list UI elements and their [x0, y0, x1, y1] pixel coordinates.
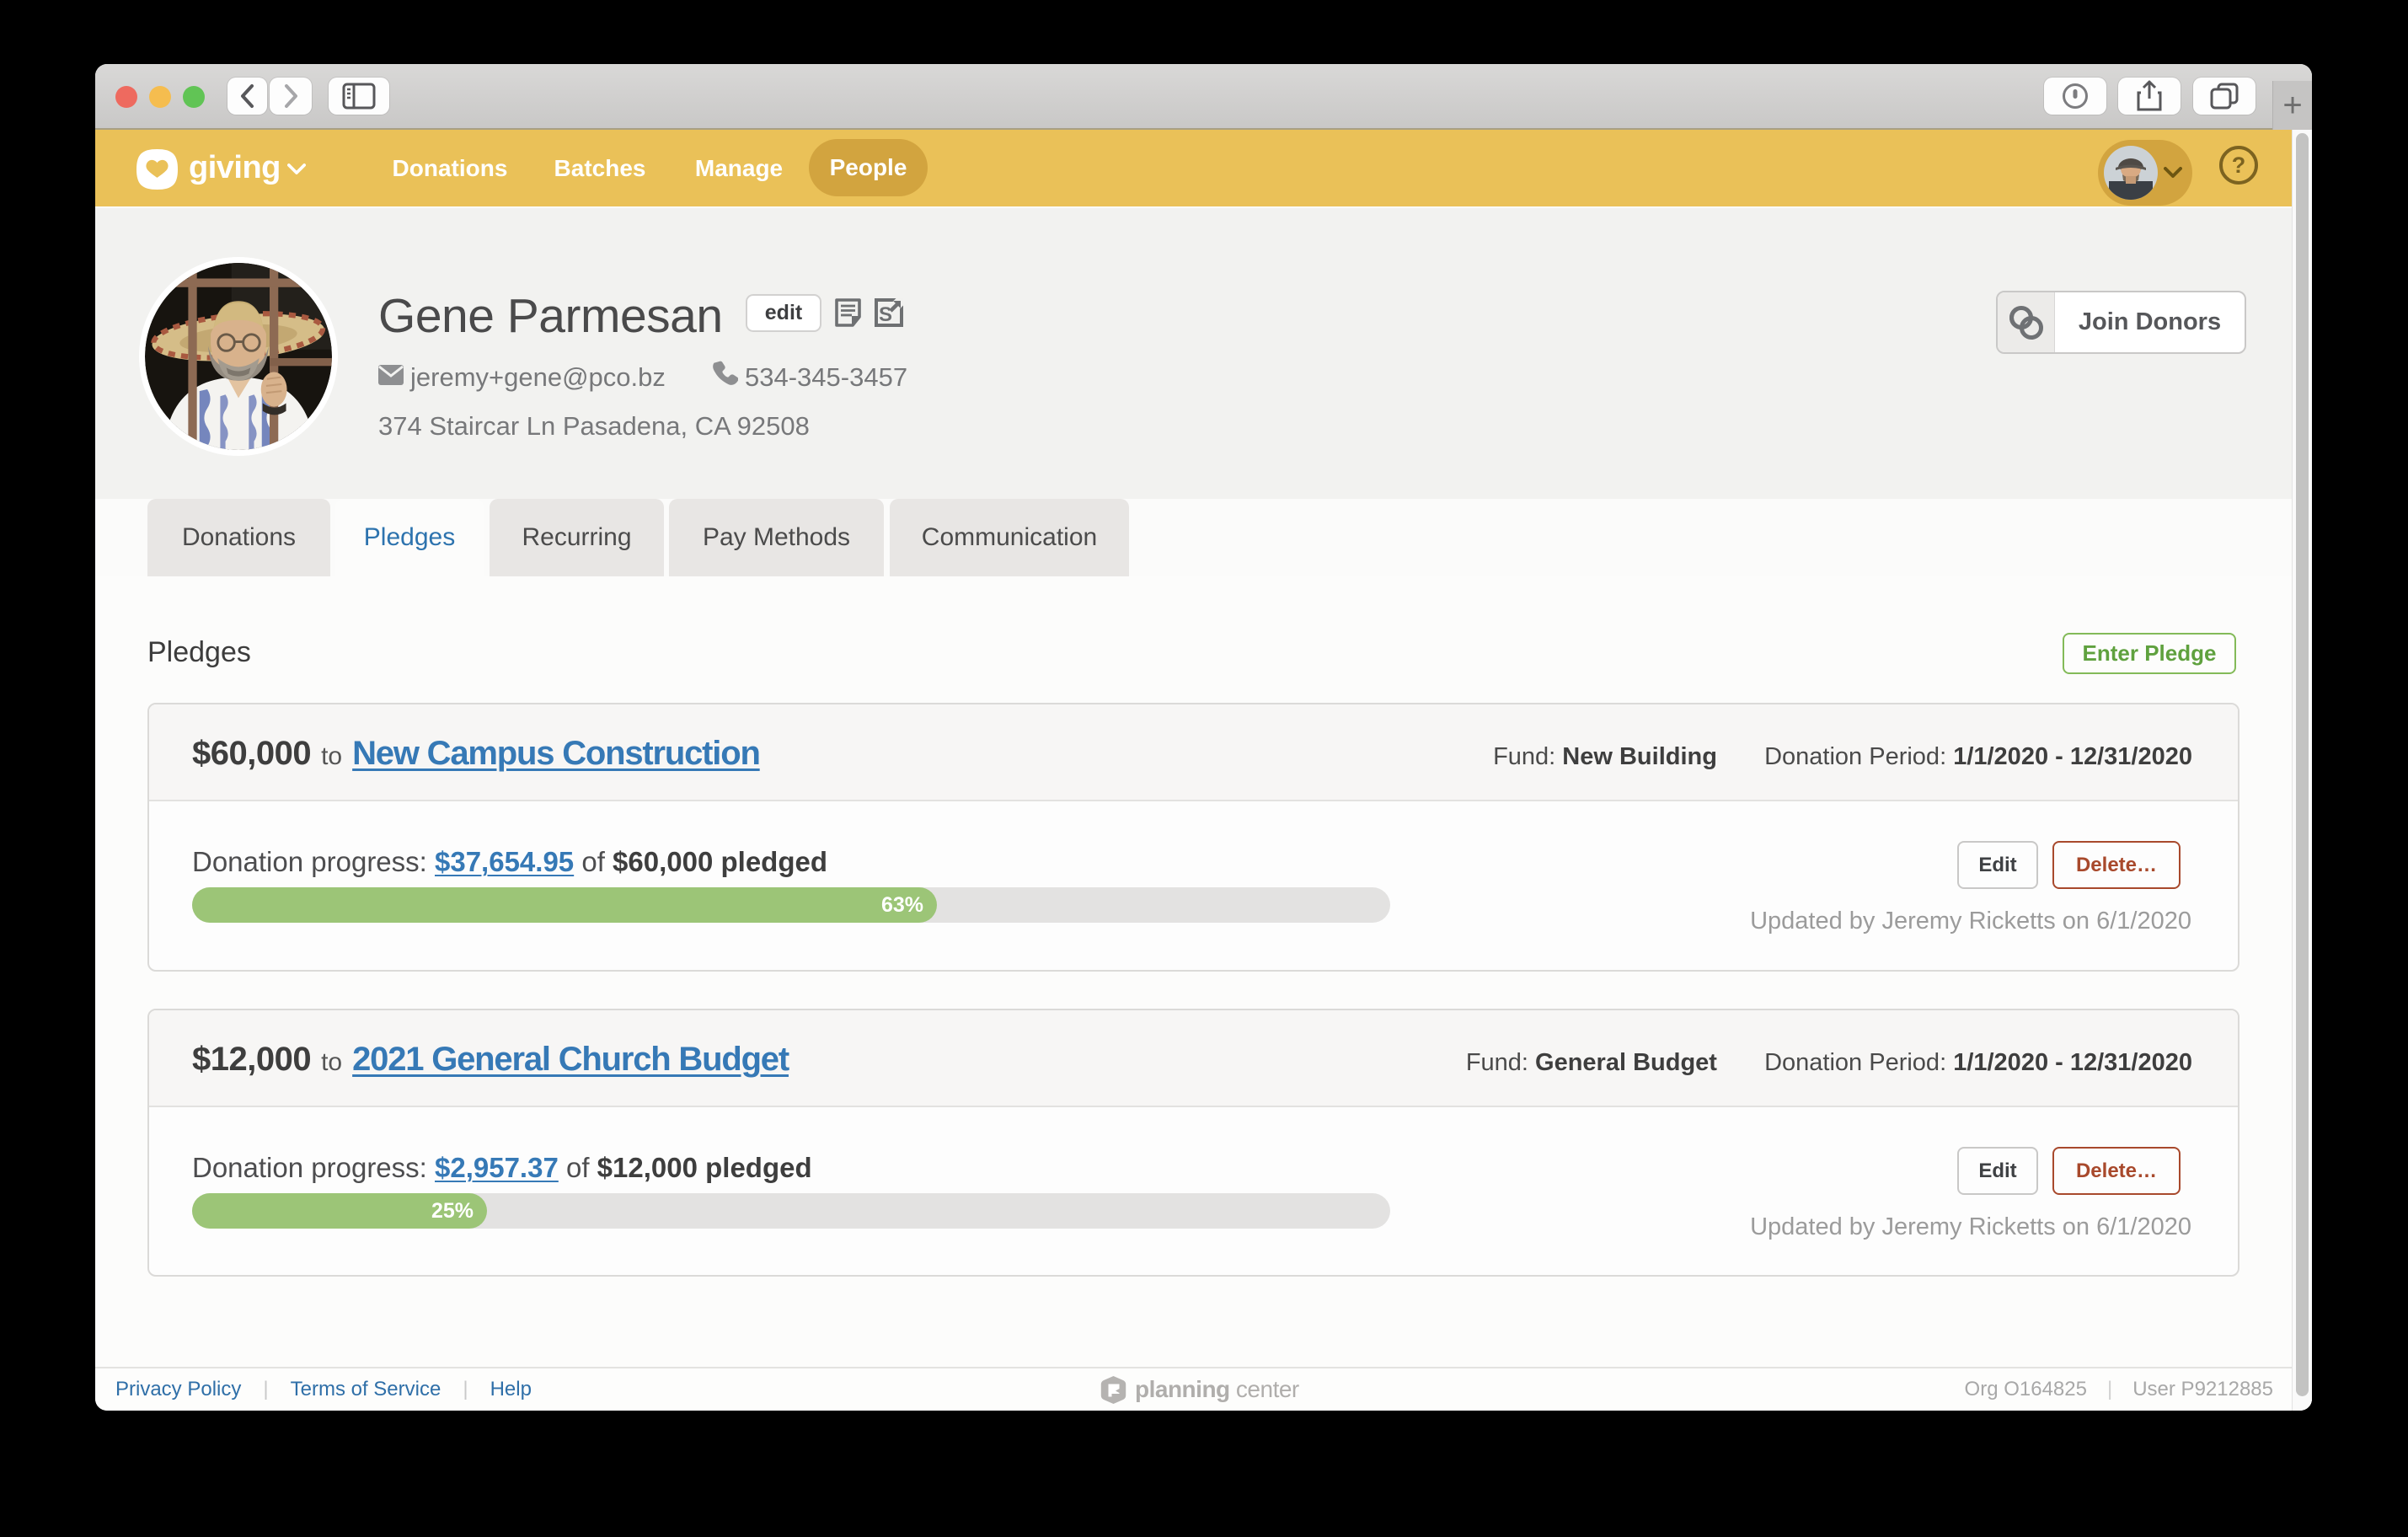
svg-text:S: S	[879, 303, 892, 326]
